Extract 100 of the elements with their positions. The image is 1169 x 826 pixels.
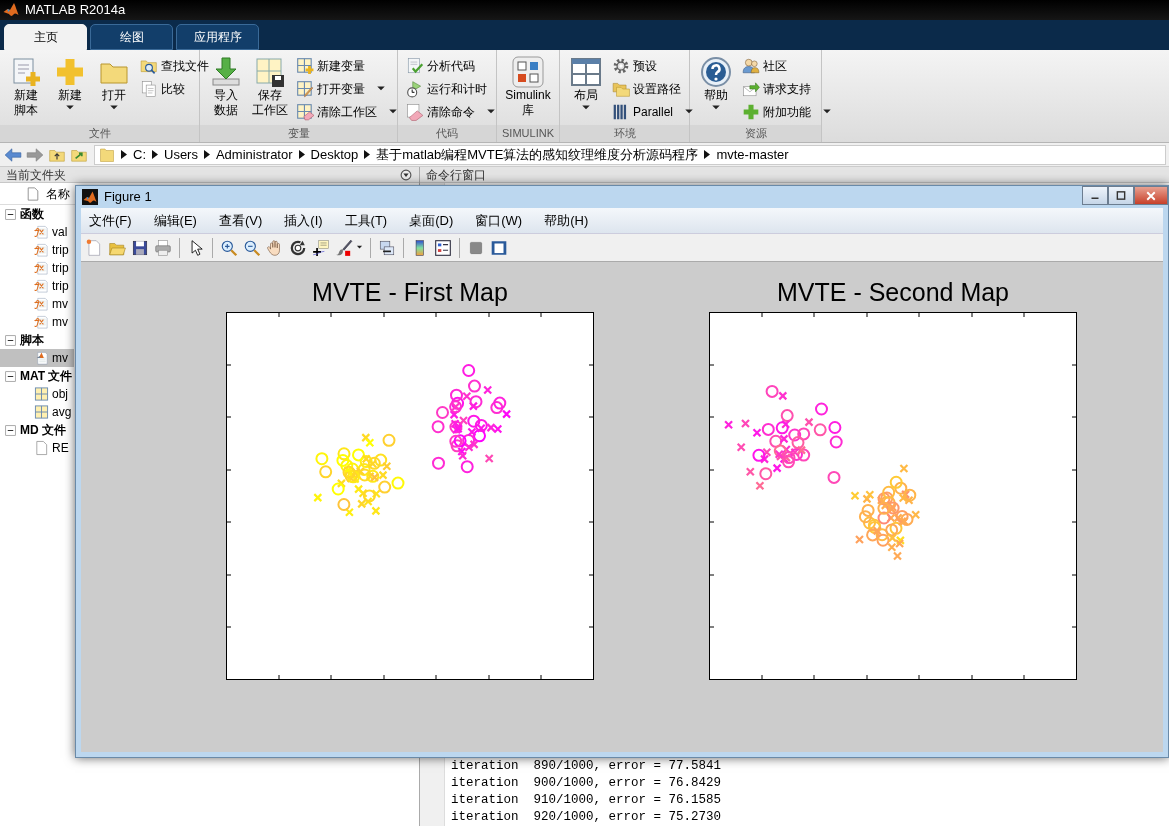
add-icon: [742, 102, 760, 121]
document-icon: [34, 440, 49, 456]
menu-item[interactable]: 查看(V): [218, 210, 263, 231]
file-row[interactable]: mv: [0, 313, 74, 331]
grid-plus-icon: [296, 56, 314, 75]
path-segment[interactable]: Desktop: [310, 144, 359, 165]
ribbon-button[interactable]: 比较: [138, 77, 211, 100]
group-label: 环境: [560, 125, 689, 142]
column-header[interactable]: 名称: [46, 184, 70, 203]
grid-eraser-icon: [296, 102, 314, 121]
toolbar-button[interactable]: [311, 237, 331, 258]
script-plus-icon: [10, 56, 42, 88]
chevron-icon: [152, 150, 158, 159]
document-icon: [26, 185, 40, 202]
group-label: 文件: [0, 125, 199, 142]
expand-toggle[interactable]: [4, 207, 17, 221]
ribbon-button[interactable]: 新建变量: [294, 54, 400, 77]
path-segment[interactable]: C:: [133, 144, 146, 165]
ribbon-button[interactable]: 布局: [566, 54, 606, 125]
ribbon-tab[interactable]: 绘图: [90, 24, 173, 50]
brush-icon: [335, 238, 353, 257]
menu-item[interactable]: 工具(T): [344, 210, 388, 231]
caret-icon: [356, 244, 363, 251]
grid-pencil-icon: [296, 79, 314, 98]
ribbon-button[interactable]: Parallel: [610, 100, 697, 123]
data-cursor-icon: [312, 238, 330, 257]
path-segment[interactable]: Users: [164, 144, 198, 165]
function-file-icon: [34, 260, 49, 276]
menu-item[interactable]: 插入(I): [284, 210, 323, 231]
file-row[interactable]: mv: [0, 349, 74, 367]
toolbar-button[interactable]: [433, 237, 453, 258]
panel-title: 当前文件夹: [6, 166, 66, 183]
grid-disk-icon: [254, 56, 286, 88]
stopwatch-icon: [406, 79, 424, 98]
ribbon-button[interactable]: 打开变量: [294, 77, 400, 100]
ribbon-tab[interactable]: 应用程序: [176, 24, 259, 50]
file-row[interactable]: obj: [0, 385, 74, 403]
chevron-icon: [121, 150, 127, 159]
path-segment[interactable]: 基于matlab编程MVTE算法的感知纹理维度分析源码程序: [376, 144, 699, 165]
ribbon-button[interactable]: 打开: [94, 54, 134, 125]
grid-icon: [34, 404, 49, 420]
ribbon-button[interactable]: 帮助: [696, 54, 736, 125]
file-row[interactable]: mv: [0, 295, 74, 313]
ribbon-button[interactable]: 运行和计时: [404, 77, 498, 100]
ribbon-button[interactable]: 设置路径: [610, 77, 697, 100]
function-file-icon: [34, 224, 49, 240]
plus-icon: [54, 56, 86, 88]
path-segment[interactable]: Administrator: [215, 144, 293, 165]
file-row[interactable]: RE: [0, 439, 74, 457]
ribbon-button[interactable]: 清除命令: [404, 100, 498, 123]
menu-item[interactable]: 文件(F): [89, 210, 132, 231]
section-label[interactable]: 函数: [20, 205, 44, 223]
chevron-icon: [364, 150, 371, 159]
section-label[interactable]: 脚本: [20, 331, 44, 349]
chevron-icon: [704, 150, 711, 159]
close-button[interactable]: [1134, 186, 1168, 205]
ribbon-button[interactable]: Simulink 库: [503, 54, 553, 125]
output-line: iteration 900/1000, error = 76.8429: [451, 775, 723, 792]
file-row[interactable]: val: [0, 223, 74, 241]
menu-item[interactable]: 帮助(H): [544, 210, 589, 231]
ribbon-button[interactable]: 分析代码: [404, 54, 498, 77]
envelope-icon: [742, 79, 760, 98]
panel-menu-button[interactable]: [399, 167, 413, 182]
file-row[interactable]: avg: [0, 403, 74, 421]
ribbon-button[interactable]: 附加功能: [740, 100, 834, 123]
ribbon-button[interactable]: 请求支持: [740, 77, 834, 100]
blocks-icon: [512, 56, 544, 88]
link-icon: [378, 238, 396, 257]
printer-icon: [154, 238, 172, 257]
script-file-icon: [34, 350, 49, 366]
menu-item[interactable]: 编辑(E): [153, 210, 197, 231]
file-row[interactable]: trip: [0, 259, 74, 277]
ribbon-button[interactable]: 社区: [740, 54, 834, 77]
expand-toggle[interactable]: [4, 333, 17, 347]
path-segment[interactable]: mvte-master: [716, 144, 789, 165]
section-label[interactable]: MAT 文件: [20, 367, 73, 385]
ribbon-button[interactable]: 新建 脚本: [6, 54, 46, 125]
app-title: MATLAB R2014a: [25, 1, 126, 20]
menu-item[interactable]: 窗口(W): [475, 210, 523, 231]
maximize-button[interactable]: [1108, 186, 1134, 205]
zoom-out-icon: [243, 238, 261, 257]
group-label: 代码: [398, 125, 496, 142]
ribbon-button[interactable]: 预设: [610, 54, 697, 77]
ribbon-tab[interactable]: 主页: [4, 24, 87, 50]
minimize-button[interactable]: [1082, 186, 1108, 205]
minus-box-icon: [5, 208, 16, 220]
section-label[interactable]: MD 文件: [20, 421, 66, 439]
gear-icon: [612, 56, 630, 75]
file-row[interactable]: trip: [0, 277, 74, 295]
chevron-icon: [203, 150, 210, 159]
path-field[interactable]: C: Users Administrator Desktop 基于matlab编程MVTE算法的感知纹理维度分析源码程序 mvte-master: [94, 144, 1166, 165]
panel-title: 命令行窗口: [426, 168, 486, 182]
ribbon-button[interactable]: 清除工作区: [294, 100, 400, 123]
expand-toggle[interactable]: [4, 423, 17, 437]
ribbon-button[interactable]: 保存 工作区: [250, 54, 290, 125]
expand-toggle[interactable]: [4, 369, 17, 383]
file-row[interactable]: trip: [0, 241, 74, 259]
ribbon-button[interactable]: 查找文件: [138, 54, 211, 77]
menu-item[interactable]: 桌面(D): [409, 210, 454, 231]
ribbon-button[interactable]: 新建: [50, 54, 90, 125]
